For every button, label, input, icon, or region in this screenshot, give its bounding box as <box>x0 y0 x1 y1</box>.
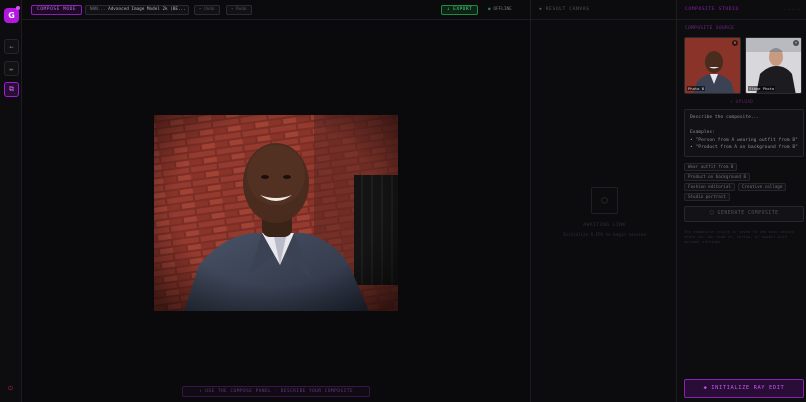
model-name: Advanced Image Model 2k (BE... <box>108 7 186 12</box>
thumb-2-caption: Stage Photo <box>748 86 776 91</box>
composite-prompt-input[interactable]: Describe the composite... Examples: • "P… <box>684 109 804 157</box>
source-thumb-1[interactable]: Photo B × <box>684 37 741 94</box>
result-header: ◆ RESULT CANVAS <box>531 0 678 20</box>
top-bar: COMPOSE MODE NAN... Advanced Image Model… <box>22 0 530 20</box>
studio-title: COMPOSITE STUDIO <box>685 7 739 12</box>
model-select[interactable]: NAN... Advanced Image Model 2k (BE... <box>85 5 189 15</box>
result-panel: ◆ RESULT CANVAS ⬡ AWAITING LINK Initiali… <box>530 0 678 402</box>
preset-chip[interactable]: Fashion editorial <box>684 183 735 191</box>
preset-chip[interactable]: Studio portrait <box>684 193 730 201</box>
redo-button[interactable]: ↷ Redo <box>226 5 252 15</box>
generate-composite-button[interactable]: ⬡ GENERATE COMPOSITE <box>684 206 804 222</box>
sources-label: COMPOSITE SOURCE <box>685 26 735 31</box>
upload-button[interactable]: ↑ UPLOAD <box>677 99 806 104</box>
result-title: ◆ RESULT CANVAS <box>539 7 590 12</box>
empty-state-subtitle: Initialize R.IPS to begin session <box>562 232 647 237</box>
left-rail: G ← ✏ ⧉ ⏻ <box>0 0 22 402</box>
connection-status: ● OFFLINE <box>488 7 512 12</box>
close-icon[interactable]: × <box>732 40 738 46</box>
help-text: The composite result is saved to the mai… <box>684 229 794 244</box>
preset-chip[interactable]: Creative collage <box>738 183 787 191</box>
arrow-icon: ← <box>9 42 14 51</box>
hexagon-icon: ⬡ <box>591 187 618 214</box>
studio-header-meta: — — — — <box>783 7 800 12</box>
studio-header: COMPOSITE STUDIO — — — — <box>677 0 806 20</box>
compose-tool-button[interactable]: ⧉ <box>4 82 19 97</box>
empty-state-title: AWAITING LINK <box>583 223 626 228</box>
power-icon[interactable]: ⏻ <box>8 385 13 393</box>
app-logo[interactable]: G <box>4 8 19 23</box>
notification-dot <box>16 6 20 10</box>
preset-chip[interactable]: Wear outfit from B <box>684 163 738 171</box>
status-label: OFFLINE <box>493 7 512 12</box>
logo-letter: G <box>8 11 15 20</box>
export-button[interactable]: ↓ EXPORT <box>441 5 478 15</box>
back-button[interactable]: ← <box>4 39 19 54</box>
composite-studio-panel: COMPOSITE STUDIO — — — — COMPOSITE SOURC… <box>677 0 806 402</box>
mode-badge[interactable]: COMPOSE MODE <box>31 5 83 15</box>
initialize-button[interactable]: ◆ INITIALIZE RAY EDIT <box>684 379 804 398</box>
thumb-1-caption: Photo B <box>687 86 706 91</box>
model-prefix: NAN... <box>90 7 106 12</box>
status-dot-icon: ● <box>488 7 491 12</box>
edit-tool-button[interactable]: ✏ <box>4 61 19 76</box>
undo-button[interactable]: ↶ Undo <box>194 5 220 15</box>
main-canvas[interactable]: ↑ USE THE COMPOSE PANEL · DESCRIBE YOUR … <box>22 20 530 402</box>
source-thumb-2[interactable]: Stage Photo × <box>745 37 802 94</box>
close-icon[interactable]: × <box>793 40 799 46</box>
pencil-icon: ✏ <box>9 64 14 73</box>
compose-hint: ↑ USE THE COMPOSE PANEL · DESCRIBE YOUR … <box>182 386 370 397</box>
preset-chip[interactable]: Product on background B <box>684 173 750 181</box>
layers-icon: ⧉ <box>9 85 14 93</box>
source-photo[interactable] <box>154 115 398 311</box>
